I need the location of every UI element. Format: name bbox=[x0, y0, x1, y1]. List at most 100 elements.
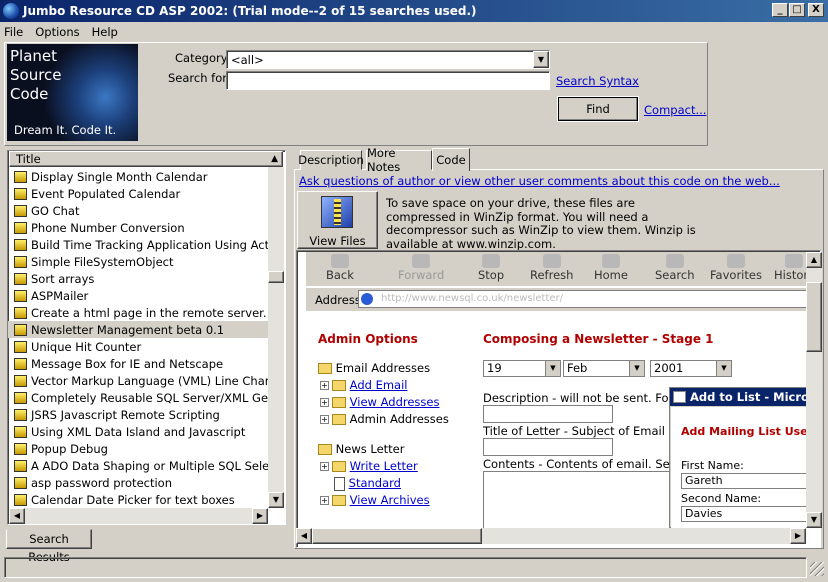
code-vertical-scrollbar[interactable]: ▲ ▼ bbox=[806, 252, 822, 528]
title-field bbox=[483, 438, 613, 456]
list-item[interactable]: A ADO Data Shaping or Multiple SQL Selec… bbox=[8, 457, 270, 474]
minimize-button[interactable]: _ bbox=[772, 3, 788, 17]
list-item-title: A ADO Data Shaping or Multiple SQL Selec… bbox=[31, 458, 270, 473]
list-item[interactable]: Calendar Date Picker for text boxes bbox=[8, 491, 270, 508]
winzip-note: To save space on your drive, these files… bbox=[386, 196, 696, 251]
ie-page-icon bbox=[361, 293, 373, 305]
title-column-header[interactable]: Title ▲ bbox=[9, 151, 283, 167]
list-vertical-scrollbar[interactable]: ▼ bbox=[268, 167, 284, 508]
list-item[interactable]: asp password protection bbox=[8, 474, 270, 491]
list-item-title: Simple FileSystemObject bbox=[31, 254, 174, 269]
winzip-icon bbox=[321, 196, 353, 228]
list-item-title: JSRS Javascript Remote Scripting bbox=[31, 407, 220, 422]
scroll-up-icon[interactable]: ▲ bbox=[806, 252, 822, 268]
list-item-title: Popup Debug bbox=[31, 441, 108, 456]
list-item[interactable]: Completely Reusable SQL Server/XML Gener… bbox=[8, 389, 270, 406]
title-column-label: Title bbox=[16, 152, 41, 166]
scroll-down-icon[interactable]: ▼ bbox=[806, 512, 822, 528]
list-horizontal-scrollbar[interactable]: ◀ ▶ bbox=[9, 508, 268, 524]
menu-options[interactable]: Options bbox=[35, 25, 79, 39]
list-item[interactable]: Newsletter Management beta 0.1 bbox=[8, 321, 270, 338]
list-item[interactable]: Vector Markup Language (VML) Line Chart bbox=[8, 372, 270, 389]
code-scroll-thumb[interactable] bbox=[806, 282, 822, 352]
search-syntax-link[interactable]: Search Syntax bbox=[556, 74, 639, 88]
stop-button: Stop bbox=[478, 252, 504, 285]
code-file-icon bbox=[14, 221, 27, 234]
list-scroll-thumb[interactable] bbox=[268, 271, 284, 283]
resize-grip-icon[interactable] bbox=[810, 562, 824, 576]
status-bar bbox=[4, 557, 807, 578]
code-horizontal-scrollbar[interactable]: ◀ ▶ bbox=[296, 528, 806, 544]
list-item[interactable]: Event Populated Calendar bbox=[8, 185, 270, 202]
list-item[interactable]: Message Box for IE and Netscape bbox=[8, 355, 270, 372]
list-item-title: Display Single Month Calendar bbox=[31, 169, 208, 184]
admin-tree: Email Addresses + Add Email + View Addre… bbox=[318, 360, 449, 509]
list-item[interactable]: GO Chat bbox=[8, 202, 270, 219]
add-to-list-popup: Add to List - Microso Add Mailing List U… bbox=[669, 387, 808, 528]
code-file-icon bbox=[14, 459, 27, 472]
code-file-icon bbox=[14, 476, 27, 489]
tab-more-notes[interactable]: More Notes bbox=[366, 146, 432, 174]
back-icon bbox=[330, 254, 349, 268]
list-item[interactable]: Unique Hit Counter bbox=[8, 338, 270, 355]
view-files-button[interactable]: View Files bbox=[297, 191, 378, 249]
code-file-icon bbox=[14, 272, 27, 285]
list-item[interactable]: Using XML Data Island and Javascript bbox=[8, 423, 270, 440]
code-hscroll-thumb[interactable] bbox=[312, 528, 482, 544]
window-title: Jumbo Resource CD ASP 2002: (Trial mode-… bbox=[23, 4, 477, 18]
list-item[interactable]: Popup Debug bbox=[8, 440, 270, 457]
year-select: 2001 ▼ bbox=[650, 360, 732, 377]
category-select[interactable]: <all> ▼ bbox=[226, 50, 550, 69]
ask-questions-link[interactable]: Ask questions of author or view other us… bbox=[299, 174, 780, 188]
compact-link[interactable]: Compact... bbox=[644, 103, 706, 117]
code-file-icon bbox=[14, 289, 27, 302]
history-button: History bbox=[774, 252, 808, 285]
close-button[interactable]: X bbox=[808, 3, 824, 17]
contents-field bbox=[483, 471, 673, 528]
list-item[interactable]: ASPMailer bbox=[8, 287, 270, 304]
chevron-down-icon[interactable]: ▼ bbox=[533, 51, 549, 68]
list-item[interactable]: Create a html page in the remote server.… bbox=[8, 304, 270, 321]
tab-search-results[interactable]: Search Results bbox=[6, 529, 92, 564]
search-icon bbox=[665, 254, 684, 268]
forward-button: Forward bbox=[398, 252, 444, 285]
ie-window-icon bbox=[673, 391, 686, 403]
scroll-left-icon[interactable]: ◀ bbox=[9, 508, 25, 524]
admin-options-heading: Admin Options bbox=[318, 332, 418, 346]
find-button[interactable]: Find bbox=[557, 96, 639, 122]
list-item[interactable]: Display Single Month Calendar bbox=[8, 168, 270, 185]
list-item-title: Event Populated Calendar bbox=[31, 186, 181, 201]
history-icon bbox=[785, 254, 804, 268]
list-item[interactable]: Phone Number Conversion bbox=[8, 219, 270, 236]
results-list[interactable]: Display Single Month Calendar Event Popul… bbox=[7, 150, 286, 525]
code-file-icon bbox=[14, 442, 27, 455]
list-item-title: Newsletter Management beta 0.1 bbox=[31, 322, 225, 337]
list-item[interactable]: Sort arrays bbox=[8, 270, 270, 287]
scroll-right-icon[interactable]: ▶ bbox=[790, 528, 806, 544]
code-file-icon bbox=[14, 306, 27, 319]
menu-file[interactable]: File bbox=[4, 25, 23, 39]
list-item-title: Unique Hit Counter bbox=[31, 339, 142, 354]
list-item-title: Message Box for IE and Netscape bbox=[31, 356, 224, 371]
tab-description[interactable]: Description bbox=[298, 150, 364, 170]
title-label: Title of Letter - Subject of Email bbox=[483, 424, 665, 438]
list-item[interactable]: JSRS Javascript Remote Scripting bbox=[8, 406, 270, 423]
refresh-icon bbox=[542, 254, 561, 268]
list-item-title: Calendar Date Picker for text boxes bbox=[31, 492, 235, 507]
scroll-left-icon[interactable]: ◀ bbox=[296, 528, 312, 544]
search-input[interactable] bbox=[226, 71, 550, 90]
code-file-icon bbox=[14, 340, 27, 353]
title-bar: Jumbo Resource CD ASP 2002: (Trial mode-… bbox=[0, 0, 828, 22]
list-item-title: Phone Number Conversion bbox=[31, 220, 185, 235]
list-item[interactable]: Simple FileSystemObject bbox=[8, 253, 270, 270]
description-field bbox=[483, 405, 613, 423]
code-file-icon bbox=[14, 357, 27, 370]
tab-code[interactable]: Code bbox=[432, 148, 470, 171]
code-file-icon bbox=[14, 255, 27, 268]
scroll-right-icon[interactable]: ▶ bbox=[252, 508, 268, 524]
scroll-down-icon[interactable]: ▼ bbox=[268, 492, 284, 508]
list-item[interactable]: Build Time Tracking Application Using Ac… bbox=[8, 236, 270, 253]
maximize-button[interactable]: □ bbox=[789, 3, 805, 17]
favorites-icon bbox=[726, 254, 745, 268]
menu-help[interactable]: Help bbox=[92, 25, 118, 39]
